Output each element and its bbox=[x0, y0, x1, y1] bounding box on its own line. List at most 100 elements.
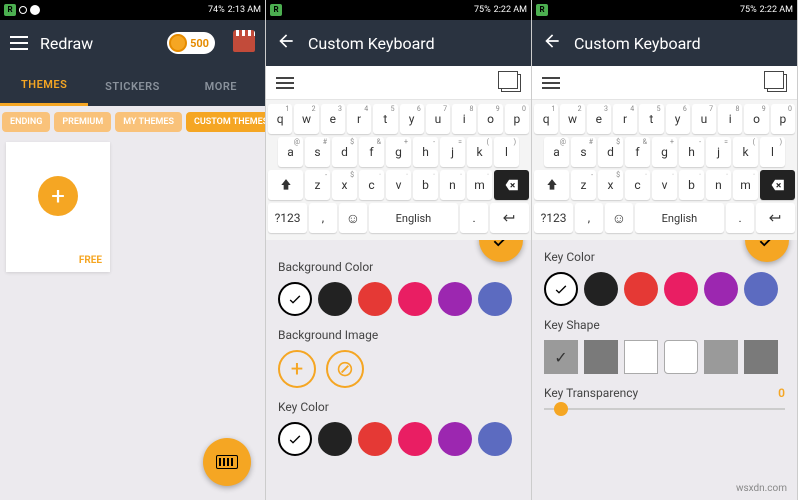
key-d[interactable]: d$ bbox=[332, 137, 357, 167]
key-c[interactable]: c· bbox=[625, 170, 650, 200]
swatch[interactable] bbox=[584, 272, 618, 306]
enter-key[interactable] bbox=[490, 203, 529, 233]
tab-themes[interactable]: THEMES bbox=[0, 66, 88, 106]
key-o[interactable]: o9 bbox=[478, 104, 502, 134]
comma-key[interactable]: , bbox=[575, 203, 603, 233]
back-icon[interactable] bbox=[542, 31, 562, 55]
key-g[interactable]: g+ bbox=[386, 137, 411, 167]
key-r[interactable]: r4 bbox=[347, 104, 371, 134]
swatch[interactable] bbox=[744, 272, 778, 306]
key-f[interactable]: f& bbox=[359, 137, 384, 167]
key-x[interactable]: x$ bbox=[332, 170, 357, 200]
shape-option[interactable] bbox=[744, 340, 778, 374]
key-a[interactable]: a@ bbox=[544, 137, 569, 167]
key-m[interactable]: m· bbox=[733, 170, 758, 200]
key-g[interactable]: g+ bbox=[652, 137, 677, 167]
swatch-selected[interactable] bbox=[544, 272, 578, 306]
key-o[interactable]: o9 bbox=[744, 104, 768, 134]
key-x[interactable]: x$ bbox=[598, 170, 623, 200]
period-key[interactable]: . bbox=[460, 203, 488, 233]
space-key[interactable]: English bbox=[369, 203, 458, 233]
swatch[interactable] bbox=[704, 272, 738, 306]
add-theme-button[interactable]: + bbox=[38, 176, 78, 216]
key-j[interactable]: j= bbox=[706, 137, 731, 167]
key-p[interactable]: p0 bbox=[505, 104, 529, 134]
backspace-key[interactable] bbox=[494, 170, 529, 200]
key-t[interactable]: t5 bbox=[373, 104, 397, 134]
tab-stickers[interactable]: STICKERS bbox=[88, 66, 176, 106]
chip-trending[interactable]: ENDING bbox=[2, 112, 50, 132]
shape-option[interactable] bbox=[664, 340, 698, 374]
key-m[interactable]: m· bbox=[467, 170, 492, 200]
key-t[interactable]: t5 bbox=[639, 104, 663, 134]
kb-menu-icon[interactable] bbox=[542, 77, 560, 89]
transparency-slider[interactable] bbox=[544, 408, 785, 410]
swatch-selected[interactable] bbox=[278, 422, 312, 456]
shift-key[interactable] bbox=[268, 170, 303, 200]
key-p[interactable]: p0 bbox=[771, 104, 795, 134]
tab-more[interactable]: MORE bbox=[177, 66, 265, 106]
swatch[interactable] bbox=[358, 422, 392, 456]
swatch[interactable] bbox=[624, 272, 658, 306]
emoji-key[interactable]: ☺ bbox=[339, 203, 367, 233]
key-v[interactable]: v· bbox=[652, 170, 677, 200]
swatch[interactable] bbox=[398, 422, 432, 456]
swatch[interactable] bbox=[318, 282, 352, 316]
key-n[interactable]: n· bbox=[440, 170, 465, 200]
backspace-key[interactable] bbox=[760, 170, 795, 200]
space-key[interactable]: English bbox=[635, 203, 724, 233]
comma-key[interactable]: , bbox=[309, 203, 337, 233]
key-e[interactable]: e3 bbox=[321, 104, 345, 134]
slider-thumb[interactable] bbox=[554, 402, 568, 416]
key-u[interactable]: u7 bbox=[426, 104, 450, 134]
shift-key[interactable] bbox=[534, 170, 569, 200]
shape-option[interactable] bbox=[544, 340, 578, 374]
key-q[interactable]: q1 bbox=[534, 104, 558, 134]
swatch[interactable] bbox=[438, 282, 472, 316]
key-a[interactable]: a@ bbox=[278, 137, 303, 167]
key-b[interactable]: b· bbox=[679, 170, 704, 200]
key-h[interactable]: h- bbox=[413, 137, 438, 167]
key-b[interactable]: b· bbox=[413, 170, 438, 200]
swatch[interactable] bbox=[358, 282, 392, 316]
translate-icon[interactable] bbox=[767, 74, 787, 92]
symbols-key[interactable]: ?123 bbox=[534, 203, 573, 233]
key-k[interactable]: k( bbox=[733, 137, 758, 167]
symbols-key[interactable]: ?123 bbox=[268, 203, 307, 233]
key-l[interactable]: l) bbox=[760, 137, 785, 167]
shape-option[interactable] bbox=[624, 340, 658, 374]
key-s[interactable]: s# bbox=[305, 137, 330, 167]
key-l[interactable]: l) bbox=[494, 137, 519, 167]
keyboard-fab[interactable] bbox=[203, 438, 251, 486]
menu-icon[interactable] bbox=[10, 36, 28, 50]
chip-mythemes[interactable]: MY THEMES bbox=[115, 112, 182, 132]
period-key[interactable]: . bbox=[726, 203, 754, 233]
chip-premium[interactable]: PREMIUM bbox=[54, 112, 111, 132]
key-i[interactable]: i8 bbox=[718, 104, 742, 134]
key-y[interactable]: y6 bbox=[666, 104, 690, 134]
coin-balance[interactable]: 500 bbox=[167, 32, 215, 54]
back-icon[interactable] bbox=[276, 31, 296, 55]
key-s[interactable]: s# bbox=[571, 137, 596, 167]
key-j[interactable]: j= bbox=[440, 137, 465, 167]
key-z[interactable]: z- bbox=[571, 170, 596, 200]
key-v[interactable]: v· bbox=[386, 170, 411, 200]
key-e[interactable]: e3 bbox=[587, 104, 611, 134]
chip-custom[interactable]: CUSTOM THEMES bbox=[186, 112, 265, 132]
swatch[interactable] bbox=[318, 422, 352, 456]
store-icon[interactable] bbox=[233, 34, 255, 52]
confirm-fab[interactable] bbox=[479, 240, 523, 262]
key-z[interactable]: z- bbox=[305, 170, 330, 200]
shape-option[interactable] bbox=[704, 340, 738, 374]
translate-icon[interactable] bbox=[501, 74, 521, 92]
shape-option[interactable] bbox=[584, 340, 618, 374]
theme-card[interactable]: + FREE bbox=[6, 142, 110, 272]
key-w[interactable]: w2 bbox=[560, 104, 584, 134]
kb-menu-icon[interactable] bbox=[276, 77, 294, 89]
swatch[interactable] bbox=[438, 422, 472, 456]
emoji-key[interactable]: ☺ bbox=[605, 203, 633, 233]
key-r[interactable]: r4 bbox=[613, 104, 637, 134]
key-i[interactable]: i8 bbox=[452, 104, 476, 134]
key-y[interactable]: y6 bbox=[400, 104, 424, 134]
key-q[interactable]: q1 bbox=[268, 104, 292, 134]
